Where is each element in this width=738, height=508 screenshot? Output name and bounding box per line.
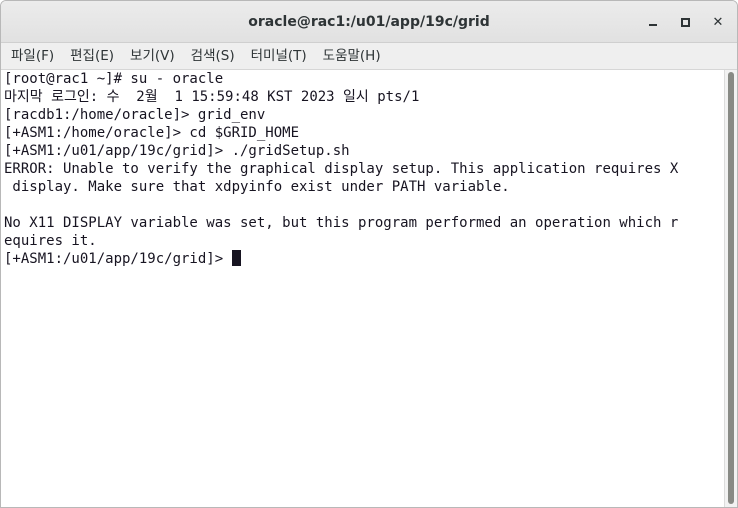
menu-file[interactable]: 파일(F)	[5, 43, 60, 70]
terminal-line: ERROR: Unable to verify the graphical di…	[4, 161, 679, 177]
terminal-prompt: [+ASM1:/u01/app/19c/grid]>	[4, 251, 232, 267]
terminal-line: [racdb1:/home/oracle]> grid_env	[4, 107, 266, 123]
terminal-line: [+ASM1:/u01/app/19c/grid]> ./gridSetup.s…	[4, 143, 350, 159]
terminal-window: oracle@rac1:/u01/app/19c/grid ✕ 파일(F) 편집…	[0, 0, 738, 508]
menu-help[interactable]: 도움말(H)	[317, 43, 387, 70]
terminal-line: [root@rac1 ~]# su - oracle	[4, 71, 224, 87]
minimize-icon	[649, 24, 657, 26]
menu-terminal[interactable]: 터미널(T)	[245, 43, 313, 70]
terminal-line: [+ASM1:/home/oracle]> cd $GRID_HOME	[4, 125, 300, 141]
terminal-line: equires it.	[4, 233, 97, 249]
title-bar[interactable]: oracle@rac1:/u01/app/19c/grid ✕	[1, 1, 737, 43]
window-title: oracle@rac1:/u01/app/19c/grid	[248, 14, 490, 30]
close-button[interactable]: ✕	[706, 10, 730, 34]
menu-view[interactable]: 보기(V)	[124, 43, 181, 70]
terminal-line: No X11 DISPLAY variable was set, but thi…	[4, 215, 679, 231]
maximize-icon	[680, 17, 690, 27]
maximize-button[interactable]	[673, 10, 697, 34]
scrollbar-thumb[interactable]	[728, 72, 734, 504]
menu-bar: 파일(F) 편집(E) 보기(V) 검색(S) 터미널(T) 도움말(H)	[1, 43, 737, 70]
terminal-line: display. Make sure that xdpyinfo exist u…	[4, 179, 510, 195]
menu-search[interactable]: 검색(S)	[185, 43, 241, 70]
minimize-button[interactable]	[641, 10, 665, 34]
terminal-line: 마지막 로그인: 수 2월 1 15:59:48 KST 2023 일시 pts…	[4, 89, 420, 105]
vertical-scrollbar[interactable]	[724, 70, 737, 507]
menu-edit[interactable]: 편집(E)	[64, 43, 120, 70]
text-cursor	[231, 250, 241, 266]
close-icon: ✕	[712, 14, 724, 30]
terminal-output[interactable]: [root@rac1 ~]# su - oracle 마지막 로그인: 수 2월…	[1, 70, 724, 507]
terminal-prompt-line: [+ASM1:/u01/app/19c/grid]>	[4, 250, 724, 268]
